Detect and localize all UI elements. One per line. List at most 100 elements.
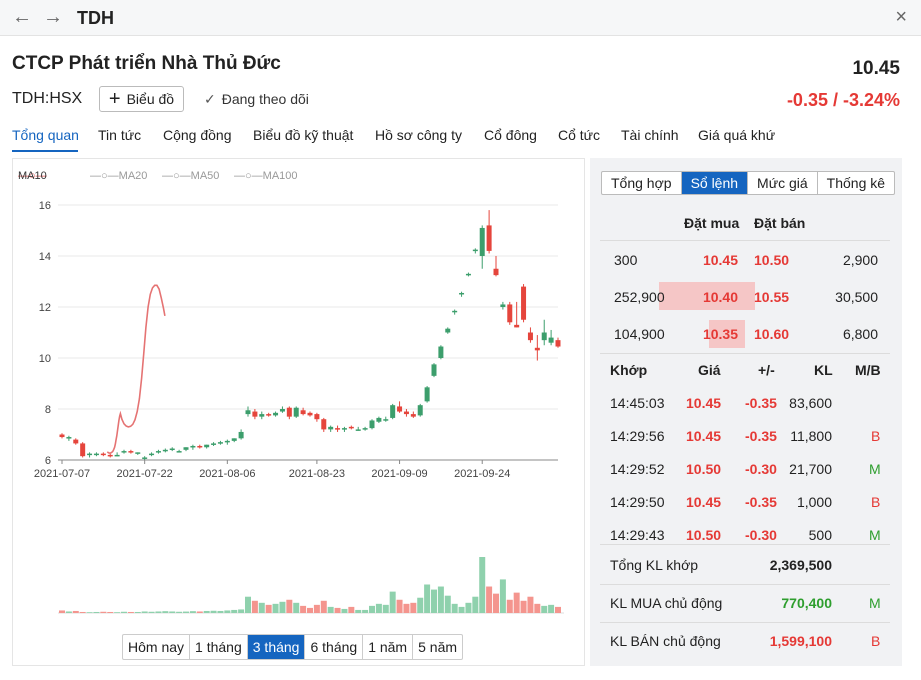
trade-volume: 11,800 (790, 428, 832, 444)
range-3-months[interactable]: 3 tháng (247, 635, 306, 659)
volume-bar (272, 603, 279, 613)
active-sell-value: 1,599,100 (769, 633, 832, 649)
candle-body (238, 431, 244, 439)
candle-body (500, 304, 506, 307)
trade-volume: 21,700 (789, 461, 832, 477)
candle-body (383, 419, 389, 421)
volume-bar (513, 592, 520, 613)
divider (600, 353, 890, 354)
candle-body (465, 273, 471, 276)
buy-volume: 104,900 (614, 326, 665, 342)
divider (600, 240, 890, 241)
candle-body (438, 346, 444, 358)
candle-body (472, 249, 478, 252)
trade-price: 10.50 (686, 461, 722, 477)
candle-body (348, 426, 354, 429)
trade-change: -0.35 (745, 428, 777, 444)
candle-body (224, 440, 230, 443)
candle-body (169, 448, 175, 451)
candle-body (527, 332, 533, 341)
candle-body (155, 451, 161, 453)
total-matched-label: Tổng KL khớp (610, 557, 699, 573)
x-tick-label: 2021-08-23 (289, 468, 345, 480)
trade-change: -0.35 (745, 494, 777, 510)
range-6-months[interactable]: 6 tháng (305, 635, 364, 659)
volume-bar (279, 601, 286, 613)
candle-body (514, 324, 520, 328)
candle-body (390, 405, 396, 418)
trade-side: M (869, 461, 881, 477)
volume-bar (238, 609, 245, 613)
total-matched-value: 2,369,500 (769, 557, 832, 573)
candle-body (534, 347, 540, 351)
volume-bar (162, 611, 169, 613)
volume-bar (534, 603, 541, 613)
candle-body (107, 454, 113, 457)
trade-price: 10.45 (686, 494, 722, 510)
volume-bar (189, 611, 196, 613)
volume-bar (148, 611, 155, 613)
candle-body (176, 451, 182, 453)
volume-bar (313, 604, 320, 613)
candle-body (197, 445, 203, 448)
volume-bar (231, 609, 238, 613)
tab-statistics[interactable]: Thống kê (818, 172, 894, 194)
volume-bar (548, 604, 555, 613)
volume-bar (493, 593, 499, 613)
volume-bar (327, 606, 334, 613)
candle-body (128, 451, 134, 453)
tab-price-level[interactable]: Mức giá (748, 172, 818, 194)
x-tick-label: 2021-09-24 (454, 468, 510, 480)
volume-bar (286, 599, 293, 613)
candle-body (555, 340, 561, 347)
range-today[interactable]: Hôm nay (123, 635, 191, 659)
candle-body (486, 225, 492, 251)
candle-body (417, 405, 423, 416)
col-side: M/B (855, 362, 881, 378)
candle-body (321, 419, 327, 430)
trade-volume: 83,600 (789, 395, 832, 411)
range-1-year[interactable]: 1 năm (363, 635, 414, 659)
x-tick-label: 2021-07-07 (34, 468, 90, 480)
volume-bar (93, 611, 100, 613)
candle-body (300, 410, 306, 415)
volume-bar (382, 604, 389, 613)
buy-price: 10.45 (702, 252, 738, 268)
volume-bar (265, 604, 272, 613)
sell-price: 10.55 (754, 289, 790, 305)
volume-bar (59, 610, 65, 613)
volume-bar (362, 609, 369, 613)
volume-bar (196, 611, 203, 613)
volume-bar (203, 610, 210, 613)
range-5-years[interactable]: 5 năm (413, 635, 462, 659)
candle-body (266, 414, 272, 416)
trade-change: -0.30 (745, 527, 777, 543)
candle-body (410, 414, 416, 417)
y-tick-label: 12 (39, 302, 51, 314)
volume-bar (451, 603, 458, 613)
candle-body (142, 457, 148, 459)
divider (600, 544, 890, 545)
volume-bar (341, 608, 348, 613)
candle-body (93, 453, 99, 456)
trade-time: 14:29:56 (610, 428, 665, 444)
buy-price: 10.35 (702, 326, 738, 342)
candle-body (121, 451, 127, 453)
volume-bar (72, 610, 79, 613)
trade-price: 10.50 (686, 527, 722, 543)
candle-body (376, 417, 382, 422)
volume-bar (155, 611, 162, 613)
range-1-month[interactable]: 1 tháng (190, 635, 248, 659)
volume-bar (134, 611, 141, 613)
y-tick-label: 16 (39, 200, 51, 212)
volume-bar (410, 602, 417, 613)
volume-bar (114, 612, 121, 613)
tab-summary[interactable]: Tổng hợp (602, 172, 682, 194)
order-book-panel (590, 158, 902, 666)
volume-bar (107, 611, 114, 613)
tab-order-book[interactable]: Sổ lệnh (681, 172, 749, 194)
x-tick-label: 2021-07-22 (117, 468, 173, 480)
candle-body (341, 428, 347, 430)
buy-volume: 252,900 (614, 289, 665, 305)
volume-bar (369, 605, 375, 613)
